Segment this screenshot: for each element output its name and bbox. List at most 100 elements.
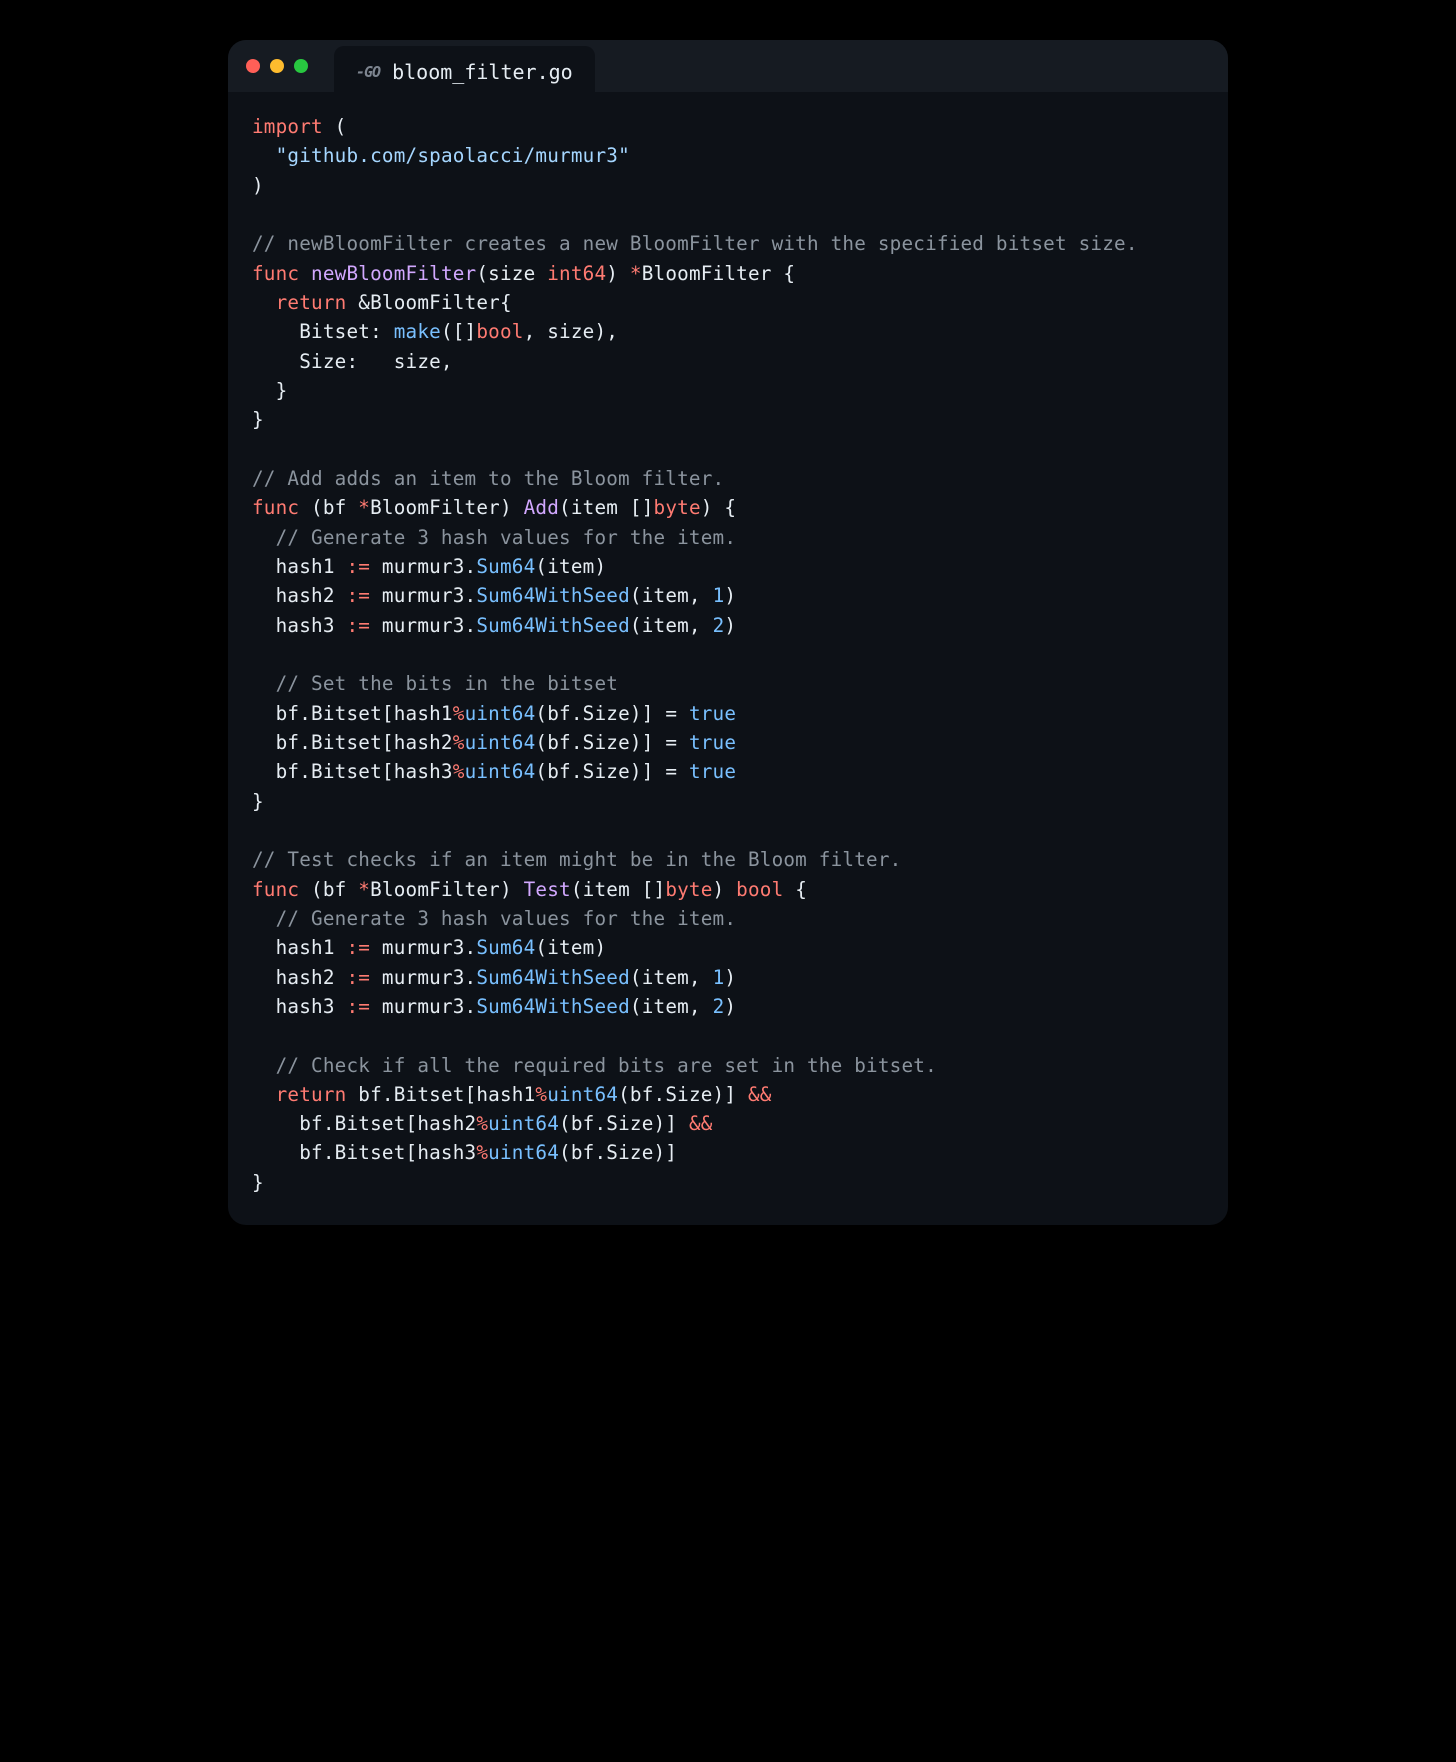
code-token: uint64 xyxy=(488,1141,559,1164)
code-token: (item, xyxy=(630,614,713,637)
code-token: 1 xyxy=(713,584,725,607)
code-token: ( xyxy=(323,115,347,138)
code-token: bool xyxy=(736,878,783,901)
code-token: byte xyxy=(654,496,701,519)
code-token: % xyxy=(453,760,465,783)
code-token xyxy=(299,262,311,285)
code-token: (item [] xyxy=(571,878,665,901)
titlebar: -GO bloom_filter.go xyxy=(228,40,1228,92)
code-token: (bf.Size)] xyxy=(559,1141,677,1164)
code-token: ([] xyxy=(441,320,476,343)
code-token: murmur3. xyxy=(370,995,476,1018)
code-token: ) xyxy=(724,614,736,637)
code-token: := xyxy=(346,614,370,637)
code-token: ) xyxy=(713,878,737,901)
code-token: := xyxy=(346,966,370,989)
code-token: newBloomFilter xyxy=(311,262,476,285)
code-token: * xyxy=(358,878,370,901)
code-token: func xyxy=(252,262,299,285)
code-comment: // Test checks if an item might be in th… xyxy=(252,848,901,871)
code-token: bf.Bitset[hash1 xyxy=(252,702,453,725)
code-token: uint64 xyxy=(547,1083,618,1106)
code-token: ) xyxy=(724,995,736,1018)
code-token xyxy=(252,291,276,314)
minimize-icon[interactable] xyxy=(270,59,284,73)
code-editor[interactable]: import ( "github.com/spaolacci/murmur3" … xyxy=(228,92,1228,1225)
code-token: murmur3. xyxy=(370,966,476,989)
code-token: (item [] xyxy=(559,496,653,519)
code-token: 2 xyxy=(713,614,725,637)
code-comment: // Check if all the required bits are se… xyxy=(252,1054,937,1077)
code-token xyxy=(252,1083,276,1106)
code-token: := xyxy=(346,584,370,607)
tab-title: bloom_filter.go xyxy=(392,60,573,84)
code-token: (item, xyxy=(630,966,713,989)
code-token: (item) xyxy=(535,936,606,959)
code-token: int64 xyxy=(547,262,606,285)
code-token: := xyxy=(346,936,370,959)
code-token: bf.Bitset[hash3 xyxy=(252,1141,476,1164)
code-token: hash2 xyxy=(252,584,346,607)
tab-bloom-filter[interactable]: -GO bloom_filter.go xyxy=(334,46,595,98)
code-token: Sum64WithSeed xyxy=(476,995,630,1018)
code-token: hash1 xyxy=(252,936,346,959)
code-token: hash1 xyxy=(252,555,346,578)
code-token: murmur3. xyxy=(370,614,476,637)
code-token: Sum64 xyxy=(476,555,535,578)
code-token: } xyxy=(252,790,264,813)
code-token: && xyxy=(689,1112,713,1135)
code-token: := xyxy=(346,995,370,1018)
code-token: } xyxy=(252,408,264,431)
code-token: bf.Bitset[hash2 xyxy=(252,1112,476,1135)
code-token: import xyxy=(252,115,323,138)
code-token: (bf xyxy=(299,878,358,901)
code-token: Sum64WithSeed xyxy=(476,966,630,989)
code-token: (size xyxy=(476,262,547,285)
code-token: Sum64 xyxy=(476,936,535,959)
code-token: { xyxy=(783,878,807,901)
code-token xyxy=(252,144,276,167)
code-token: (bf.Size)] = xyxy=(535,731,689,754)
code-comment: // Set the bits in the bitset xyxy=(252,672,618,695)
code-token: (bf.Size)] xyxy=(618,1083,748,1106)
code-token: Bitset: xyxy=(252,320,394,343)
code-token: true xyxy=(689,731,736,754)
code-comment: // Generate 3 hash values for the item. xyxy=(252,907,736,930)
code-token: (bf.Size)] = xyxy=(535,702,689,725)
code-token: bf.Bitset[hash2 xyxy=(252,731,453,754)
code-token: ) xyxy=(724,966,736,989)
code-token: BloomFilter { xyxy=(642,262,796,285)
code-token: % xyxy=(453,731,465,754)
code-token: % xyxy=(476,1141,488,1164)
code-token: murmur3. xyxy=(370,936,476,959)
code-token: } xyxy=(252,1171,264,1194)
code-token: true xyxy=(689,702,736,725)
code-token: bf.Bitset[hash3 xyxy=(252,760,453,783)
code-token: ) { xyxy=(701,496,736,519)
code-token: * xyxy=(630,262,642,285)
code-token: (bf.Size)] xyxy=(559,1112,689,1135)
code-token: byte xyxy=(665,878,712,901)
code-token: Sum64WithSeed xyxy=(476,614,630,637)
code-token: % xyxy=(453,702,465,725)
close-icon[interactable] xyxy=(246,59,260,73)
code-token: BloomFilter) xyxy=(370,496,524,519)
code-token: (bf.Size)] = xyxy=(535,760,689,783)
code-token: (bf xyxy=(299,496,358,519)
code-token: return xyxy=(276,1083,347,1106)
code-token: ) xyxy=(724,584,736,607)
code-token: (item, xyxy=(630,995,713,1018)
code-token: Size: size, xyxy=(252,350,453,373)
code-token: ) xyxy=(606,262,630,285)
code-token: bf.Bitset[hash1 xyxy=(346,1083,535,1106)
code-token: , size), xyxy=(524,320,618,343)
code-token: hash2 xyxy=(252,966,346,989)
code-token: Sum64WithSeed xyxy=(476,584,630,607)
code-token: &BloomFilter{ xyxy=(346,291,511,314)
code-token: 1 xyxy=(713,966,725,989)
code-token: murmur3. xyxy=(370,584,476,607)
zoom-icon[interactable] xyxy=(294,59,308,73)
code-token: BloomFilter) xyxy=(370,878,524,901)
code-token: uint64 xyxy=(488,1112,559,1135)
code-token: && xyxy=(748,1083,772,1106)
